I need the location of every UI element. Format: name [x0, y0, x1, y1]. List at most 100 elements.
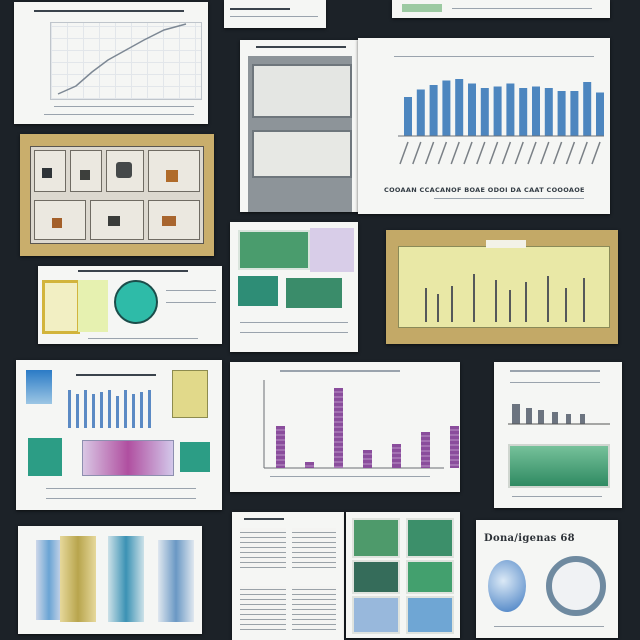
cylinder-1 — [36, 540, 62, 620]
sheet-title-line — [230, 8, 290, 10]
blue-bar — [404, 97, 412, 136]
sheet-line — [166, 290, 216, 291]
sheet-title-line — [78, 270, 188, 272]
teal-circle — [114, 280, 158, 324]
yellow-note — [42, 280, 80, 334]
table-block-1 — [240, 528, 286, 568]
small-sheet-card[interactable] — [224, 0, 326, 28]
icon-2 — [80, 170, 90, 180]
green-tile-3 — [352, 560, 400, 594]
footer-line — [240, 322, 348, 323]
axis-labels-line — [270, 476, 430, 477]
bar-chart-report-card[interactable]: COOAAN CCACANOF BOAE ODOI DA CAAT COOOAO… — [358, 38, 610, 214]
sheet-title-line — [244, 518, 284, 520]
icon-3 — [116, 162, 132, 178]
x-tick-label — [424, 141, 435, 165]
blue-object — [488, 560, 526, 612]
caption-underline — [434, 198, 584, 199]
blue-bar — [416, 89, 425, 136]
sheet-line — [452, 8, 592, 9]
document-heading: Dona/igenas 68 — [484, 533, 575, 544]
screen-1 — [238, 230, 310, 270]
blue-bar — [468, 83, 476, 136]
purple-bar — [305, 462, 314, 468]
icon-5 — [52, 218, 62, 228]
footer-line-2 — [240, 332, 348, 333]
cylinder-4 — [158, 540, 194, 622]
green-tile-1 — [352, 518, 400, 558]
sheet-line-2 — [166, 302, 216, 303]
green-tile-4 — [406, 560, 454, 594]
x-tick-label — [476, 141, 486, 165]
table-block-4 — [292, 586, 336, 630]
x-tick-label — [488, 141, 499, 165]
purple-bar — [276, 426, 285, 468]
blue-bar — [429, 85, 438, 136]
blue-bar — [596, 92, 604, 136]
x-tick-label — [552, 141, 563, 165]
x-tick-label — [514, 141, 524, 165]
blue-bar — [442, 80, 451, 136]
machine-outline — [546, 556, 606, 616]
blue-bar — [480, 88, 489, 136]
blue-bar — [557, 91, 566, 136]
footer-line — [46, 488, 196, 489]
framed-bar-chart-card[interactable] — [386, 230, 618, 344]
teal-square-1 — [28, 438, 62, 476]
axis-caption-line — [54, 106, 194, 107]
label-tab — [486, 240, 526, 248]
lime-panel — [78, 280, 108, 332]
table-block-2 — [292, 528, 336, 568]
screenshot-thumb-2 — [252, 130, 352, 178]
dashboard-sheet-card[interactable] — [16, 360, 222, 510]
blue-bar — [583, 82, 592, 136]
icon-1 — [42, 168, 52, 178]
yellow-chart-block — [172, 370, 208, 418]
x-tick-label — [437, 141, 448, 165]
icon-grid-card[interactable] — [20, 134, 214, 256]
document-footer-line — [494, 626, 604, 627]
blue-bar — [532, 86, 540, 136]
teal-square-2 — [180, 442, 210, 472]
purple-bar-chart-card[interactable] — [230, 362, 460, 492]
blue-bar — [506, 83, 515, 136]
heatmap-panel — [82, 440, 174, 476]
blue-tile-2 — [406, 596, 454, 634]
top-right-sheet-card[interactable] — [392, 0, 610, 18]
green-grid-card[interactable] — [346, 512, 460, 638]
green-screen-panel — [508, 444, 610, 488]
cylinder-3 — [108, 536, 144, 622]
footer-line-2 — [46, 498, 196, 499]
plot-top-line — [394, 56, 594, 57]
pie-chart-card[interactable] — [38, 266, 222, 344]
blue-bar — [519, 88, 528, 136]
sheet-line-3 — [88, 338, 198, 339]
line-chart-card[interactable] — [14, 2, 208, 124]
document-card[interactable]: Dona/igenas 68 — [476, 520, 618, 638]
x-tick-label — [399, 141, 409, 165]
x-tick-label — [501, 141, 512, 165]
screenshot-report-card[interactable] — [240, 40, 358, 212]
screen-3 — [286, 278, 342, 308]
cylinder-2 — [60, 536, 96, 622]
sheet-line — [230, 16, 318, 17]
x-tick-label — [463, 141, 473, 165]
purple-bar — [450, 426, 459, 468]
report-caption: COOAAN CCACANOF BOAE ODOI DA CAAT COOOAO… — [384, 186, 585, 194]
icon-6 — [108, 216, 120, 226]
blue-bar — [570, 91, 579, 136]
report-title-line — [256, 46, 346, 48]
gray-bars-sheet-card[interactable] — [494, 362, 622, 508]
x-tick-label — [450, 141, 460, 165]
table-block-3 — [240, 586, 286, 630]
purple-bar — [334, 388, 343, 468]
table-sheets-card[interactable] — [232, 512, 344, 640]
x-tick-label — [527, 141, 537, 165]
green-screens-card[interactable] — [230, 222, 358, 352]
cylinders-card[interactable] — [18, 526, 202, 634]
x-tick-label — [412, 141, 422, 165]
x-tick-label — [565, 141, 576, 165]
blue-bar — [493, 86, 502, 136]
green-strip — [402, 4, 442, 12]
blue-bar — [455, 79, 464, 136]
